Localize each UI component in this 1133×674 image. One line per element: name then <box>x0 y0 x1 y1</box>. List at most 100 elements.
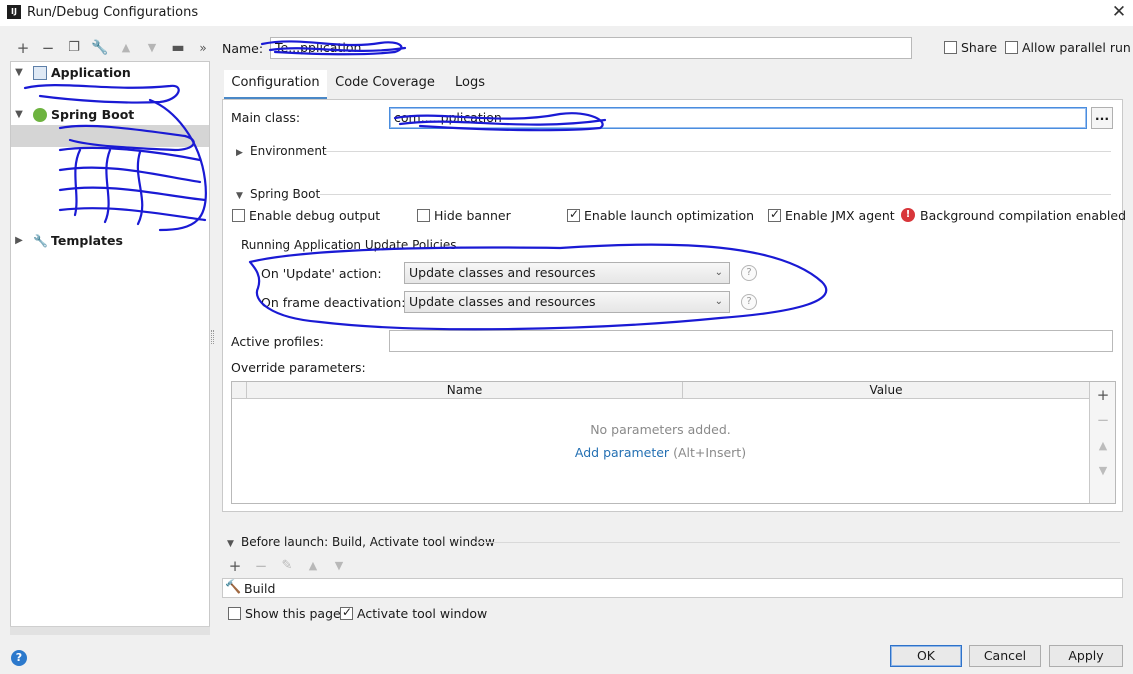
close-icon[interactable]: ✕ <box>1110 2 1128 22</box>
chevron-down-icon: ⌄ <box>714 267 723 278</box>
on-update-value: Update classes and resources <box>409 265 596 280</box>
folder-icon[interactable]: ▬ <box>168 38 188 58</box>
apply-button[interactable]: Apply <box>1049 645 1123 667</box>
share-checkbox[interactable] <box>944 41 957 54</box>
divider <box>473 542 1120 543</box>
enable-jmx-agent-label: Enable JMX agent <box>785 208 895 223</box>
title-bar: IJ Run/Debug Configurations ✕ <box>0 0 1133 26</box>
add-icon[interactable]: + <box>13 38 33 58</box>
override-parameters-label: Override parameters: <box>231 360 366 375</box>
chevron-down-icon[interactable]: ▼ <box>13 62 25 84</box>
add-parameter-row: Add parameter (Alt+Insert) <box>232 445 1089 460</box>
chevron-down-icon: ▼ <box>236 191 243 201</box>
show-this-page-label: Show this page <box>245 606 341 621</box>
enable-debug-output-label: Enable debug output <box>249 208 381 223</box>
before-launch-label: Before launch: Build, Activate tool wind… <box>241 535 495 549</box>
before-launch-list[interactable]: 🔨 Build <box>222 578 1123 598</box>
splitter-handle[interactable] <box>211 330 214 344</box>
chevron-down-icon: ▼ <box>227 539 234 549</box>
spring-boot-section[interactable]: ▼ Spring Boot <box>236 187 320 201</box>
chevron-right-icon: ▶ <box>236 148 243 158</box>
table-header: Name Value <box>232 382 1089 399</box>
move-up-icon[interactable]: ▲ <box>116 38 136 58</box>
on-frame-select[interactable]: Update classes and resources ⌄ <box>404 291 730 313</box>
override-parameters-table[interactable]: Name Value No parameters added. Add para… <box>231 381 1116 504</box>
copy-icon[interactable]: ❐ <box>64 38 84 58</box>
on-update-label: On 'Update' action: <box>261 266 382 281</box>
tree-item-label: Templates <box>51 233 123 248</box>
ok-button[interactable]: OK <box>890 645 962 667</box>
chevron-down-icon[interactable]: ▼ <box>13 104 25 126</box>
enable-launch-optimization-checkbox[interactable] <box>567 207 580 222</box>
remove-icon[interactable]: − <box>252 557 270 575</box>
tab-code-coverage[interactable]: Code Coverage <box>330 70 440 100</box>
environment-section[interactable]: ▶ Environment <box>236 144 327 158</box>
spring-boot-label: Spring Boot <box>250 187 321 201</box>
tree-item-templates[interactable]: ▶ 🔧 Templates <box>11 230 209 252</box>
move-down-icon[interactable]: ▼ <box>142 38 162 58</box>
active-profiles-input[interactable] <box>389 330 1113 352</box>
column-header-name[interactable]: Name <box>246 382 682 399</box>
list-item[interactable]: Build <box>244 581 275 596</box>
application-icon <box>33 66 47 80</box>
main-class-label: Main class: <box>231 110 301 125</box>
add-parameter-shortcut: (Alt+Insert) <box>673 445 747 460</box>
name-label: Name: <box>222 41 264 56</box>
hammer-icon: 🔨 <box>225 580 242 595</box>
activate-tool-window-checkbox[interactable] <box>340 605 353 620</box>
move-down-icon[interactable]: ▼ <box>1090 459 1116 483</box>
table-side-toolbar: + − ▲ ▼ <box>1089 382 1115 503</box>
more-icon[interactable]: » <box>193 38 213 58</box>
on-frame-value: Update classes and resources <box>409 294 596 309</box>
empty-table-text: No parameters added. <box>590 422 731 437</box>
edit-icon[interactable]: ✎ <box>278 557 296 575</box>
tab-logs[interactable]: Logs <box>447 70 493 100</box>
move-up-icon[interactable]: ▲ <box>1090 434 1116 458</box>
help-icon[interactable]: ? <box>741 294 757 310</box>
remove-icon[interactable]: − <box>1090 408 1116 432</box>
activate-tool-window-label: Activate tool window <box>357 606 488 621</box>
enable-debug-output-checkbox[interactable] <box>232 209 245 222</box>
divider <box>325 151 1111 152</box>
allow-parallel-checkbox[interactable] <box>1005 41 1018 54</box>
enable-jmx-agent-checkbox[interactable] <box>768 207 781 222</box>
show-this-page-checkbox[interactable] <box>228 607 241 620</box>
add-parameter-link[interactable]: Add parameter <box>575 445 669 460</box>
error-icon: ! <box>901 208 915 222</box>
tree-item-label: Spring Boot <box>51 107 135 122</box>
add-icon[interactable]: + <box>1090 383 1116 407</box>
chevron-down-icon: ⌄ <box>714 296 723 307</box>
tree-item-spring-boot[interactable]: ▼ Spring Boot <box>11 104 209 126</box>
wrench-icon[interactable]: 🔧 <box>90 38 110 58</box>
update-policies-title: Running Application Update Policies <box>241 238 457 252</box>
cancel-button[interactable]: Cancel <box>969 645 1041 667</box>
tree-horizontal-scrollbar[interactable] <box>10 626 210 635</box>
divider <box>320 194 1111 195</box>
tree-item-application[interactable]: ▼ Application <box>11 62 209 84</box>
move-up-icon[interactable]: ▲ <box>304 557 322 575</box>
wrench-icon: 🔧 <box>33 234 48 248</box>
help-icon[interactable]: ? <box>11 650 27 666</box>
browse-button[interactable]: ... <box>1091 107 1113 129</box>
chevron-right-icon[interactable]: ▶ <box>13 230 25 252</box>
background-compilation-warning: Background compilation enabled <box>920 208 1127 223</box>
environment-label: Environment <box>250 144 327 158</box>
column-header-value[interactable]: Value <box>682 382 1089 399</box>
tab-configuration[interactable]: Configuration <box>224 70 327 100</box>
before-launch-section[interactable]: ▼ Before launch: Build, Activate tool win… <box>227 535 495 549</box>
allow-parallel-label: Allow parallel run <box>1022 40 1131 55</box>
tree-item-selected-config[interactable] <box>11 125 209 147</box>
name-input[interactable]: Te...pplication <box>270 37 912 59</box>
window-title: Run/Debug Configurations <box>27 5 199 20</box>
remove-icon[interactable]: − <box>38 38 58 58</box>
hide-banner-label: Hide banner <box>434 208 511 223</box>
add-icon[interactable]: + <box>226 557 244 575</box>
on-update-select[interactable]: Update classes and resources ⌄ <box>404 262 730 284</box>
main-class-input[interactable]: com.....pplication <box>389 107 1087 129</box>
move-down-icon[interactable]: ▼ <box>330 557 348 575</box>
configuration-tree[interactable]: ▼ Application ▼ Spring Boot ▶ 🔧 Template… <box>10 61 210 635</box>
hide-banner-checkbox[interactable] <box>417 209 430 222</box>
help-icon[interactable]: ? <box>741 265 757 281</box>
intellij-app-icon: IJ <box>7 5 21 19</box>
active-profiles-label: Active profiles: <box>231 334 324 349</box>
